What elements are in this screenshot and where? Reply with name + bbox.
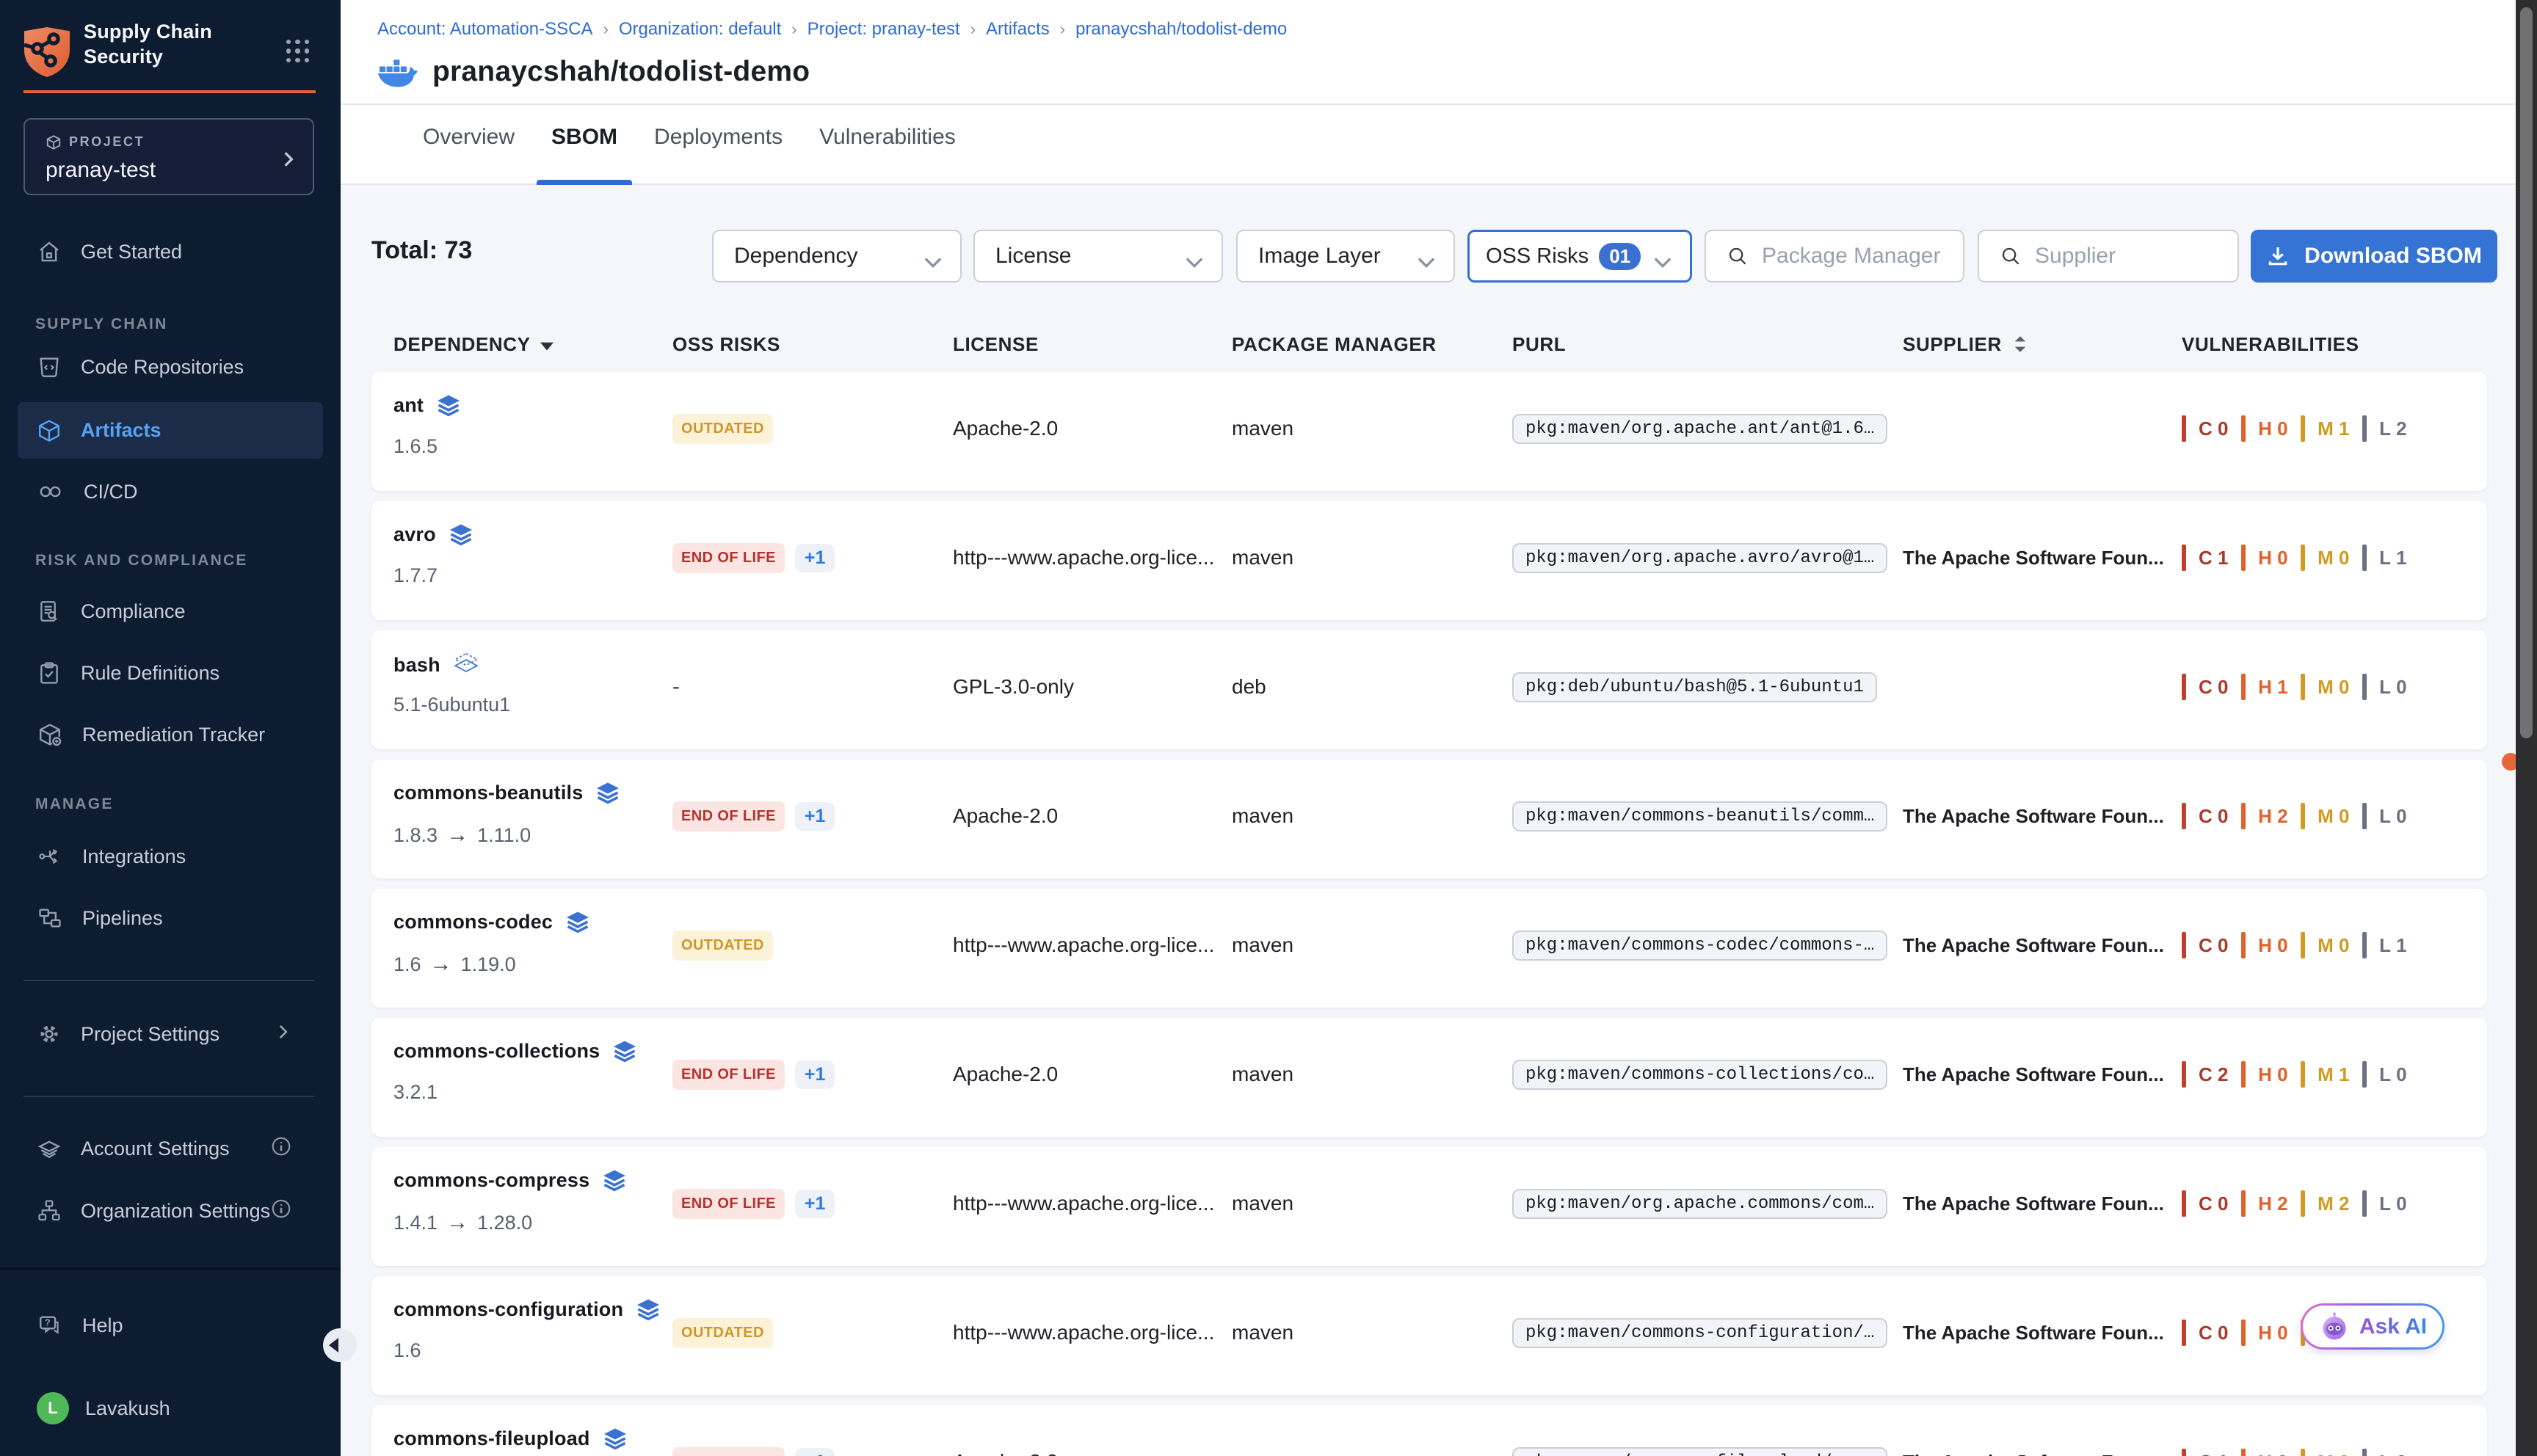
svg-text:?: ? [45,1317,51,1328]
